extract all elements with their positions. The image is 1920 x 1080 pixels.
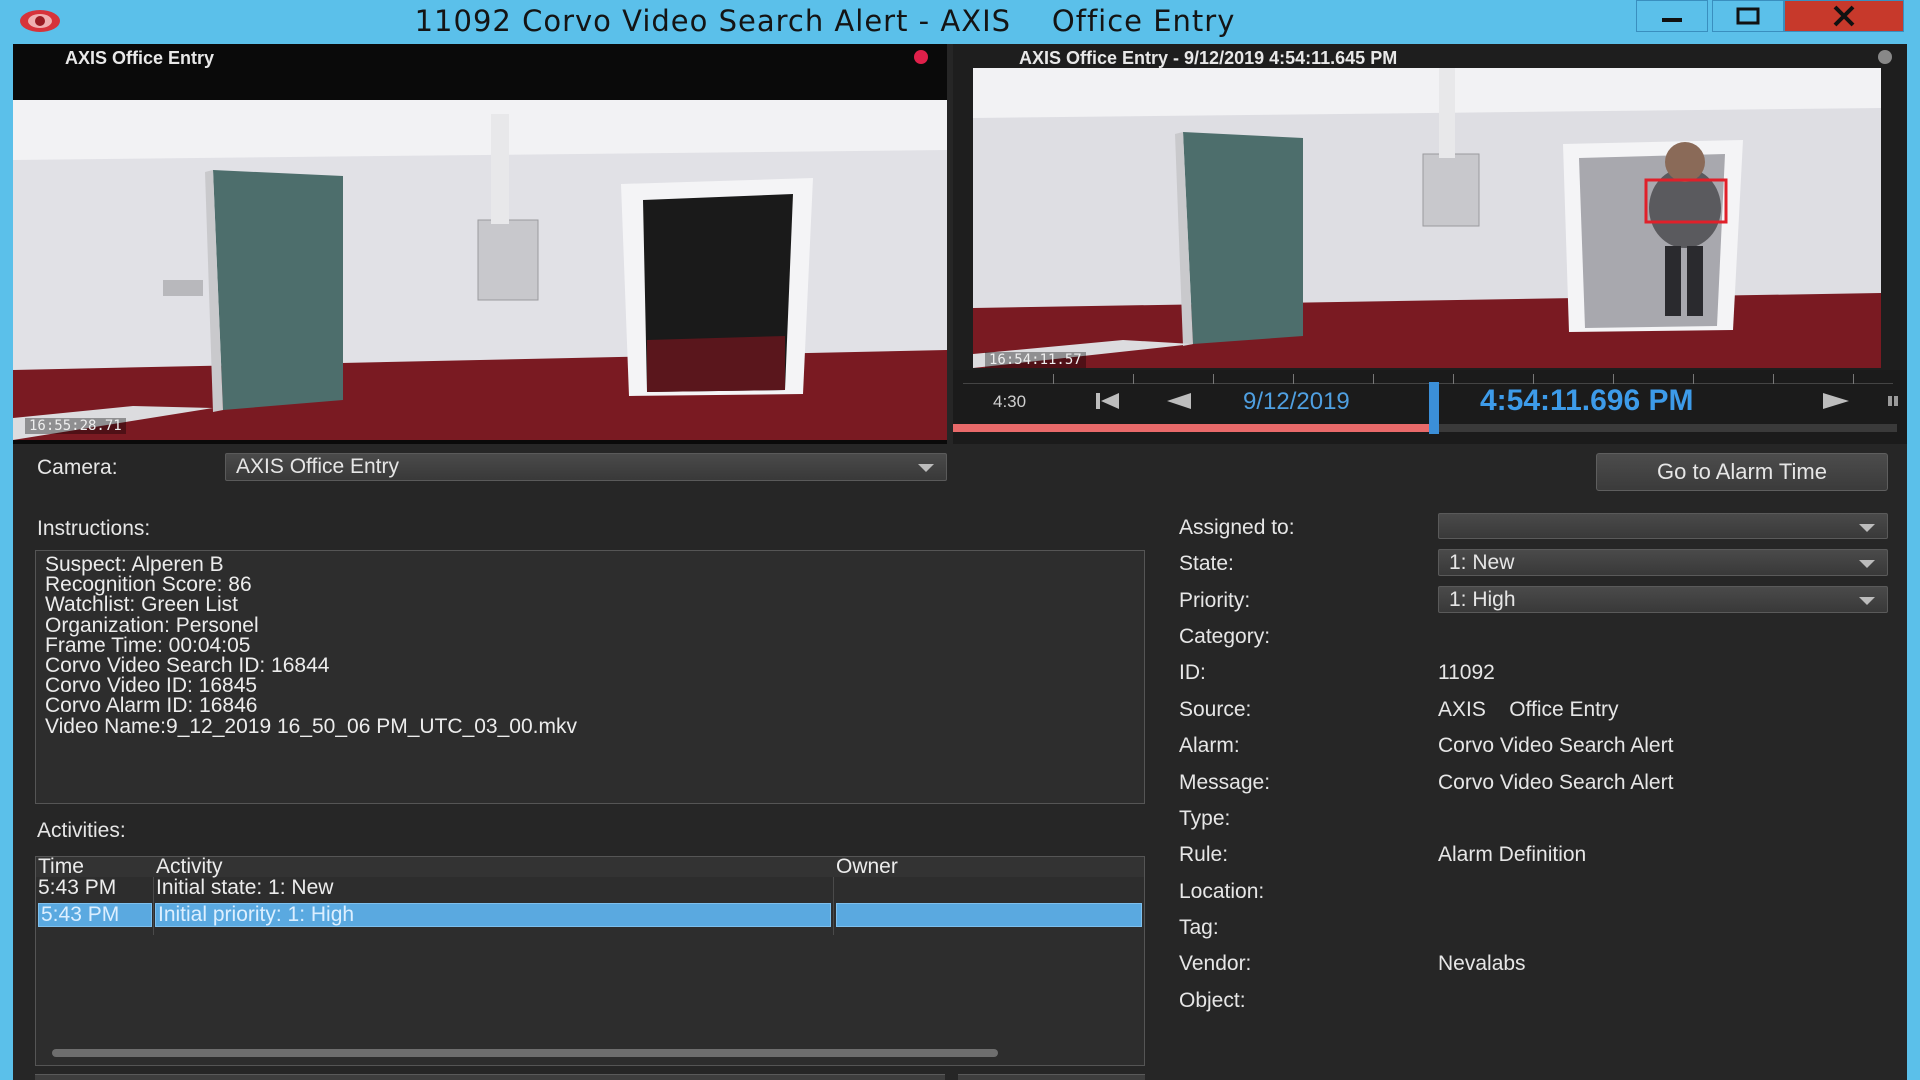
playback-scene-image xyxy=(973,68,1881,368)
comment-input[interactable] xyxy=(35,1074,945,1080)
id-value: 11092 xyxy=(1438,661,1495,684)
camera-label: Camera: xyxy=(37,456,118,479)
timeline-ticks xyxy=(963,372,1893,384)
cell-owner xyxy=(834,877,1142,901)
alarm-window: 11092 Corvo Video Search Alert - AXIS Of… xyxy=(0,0,1920,1080)
instructions-box[interactable]: Suspect: Alperen B Recognition Score: 86… xyxy=(35,550,1145,804)
state-select[interactable]: 1: New xyxy=(1438,549,1888,576)
more-icon xyxy=(1888,396,1898,406)
playback-video-feed[interactable]: 16:54:11.57 xyxy=(973,68,1881,368)
minimize-icon xyxy=(1662,18,1682,22)
live-camera-label: AXIS Office Entry xyxy=(65,48,215,68)
instruction-line: Frame Time: 00:04:05 xyxy=(45,633,251,657)
instruction-line: Organization: Personel xyxy=(45,613,259,637)
play-icon xyxy=(1823,393,1849,409)
live-scene-image xyxy=(13,100,947,440)
table-row-selected[interactable]: 5:43 PM Initial priority: 1: High xyxy=(36,903,1144,927)
rule-label: Rule: xyxy=(1179,843,1229,866)
column-header-owner[interactable]: Owner xyxy=(836,855,898,879)
instruction-line: Recognition Score: 86 xyxy=(45,573,252,597)
playback-panel[interactable]: AXIS Office Entry - 9/12/2019 4:54:11.64… xyxy=(953,44,1907,444)
camera-select-value: AXIS Office Entry xyxy=(236,455,400,478)
location-label: Location: xyxy=(1179,880,1265,903)
maximize-button[interactable] xyxy=(1712,0,1784,32)
close-button[interactable] xyxy=(1784,0,1904,32)
priority-value: 1: High xyxy=(1449,588,1516,611)
cell-activity: Initial state: 1: New xyxy=(156,876,334,899)
minimize-button[interactable] xyxy=(1636,0,1708,32)
instructions-label: Instructions: xyxy=(37,517,151,540)
category-label: Category: xyxy=(1179,625,1271,648)
playback-camera-label: AXIS Office Entry - 9/12/2019 4:54:11.64… xyxy=(1019,48,1398,68)
skip-back-icon xyxy=(1096,393,1119,409)
instruction-line: Watchlist: Green List xyxy=(45,593,238,617)
title-bar[interactable]: 11092 Corvo Video Search Alert - AXIS Of… xyxy=(0,0,1920,44)
instruction-line: Corvo Alarm ID: 16846 xyxy=(45,694,258,718)
playback-indicator-icon xyxy=(1878,50,1892,64)
horizontal-scrollbar[interactable] xyxy=(52,1049,998,1057)
go-to-alarm-time-button[interactable]: Go to Alarm Time xyxy=(1596,453,1888,491)
table-row[interactable]: 5:43 PM Initial state: 1: New xyxy=(36,877,1144,901)
timeline-scrubber[interactable] xyxy=(1429,382,1439,434)
playback-date[interactable]: 9/12/2019 xyxy=(1243,388,1350,416)
source-value: AXIS Office Entry xyxy=(1438,698,1619,721)
live-video-panel[interactable]: AXIS Office Entry 16:55:28.71 xyxy=(13,44,947,444)
chevron-down-icon xyxy=(1859,597,1875,605)
priority-label: Priority: xyxy=(1179,589,1251,612)
skip-back-button[interactable] xyxy=(1091,388,1125,414)
maximize-icon xyxy=(1736,7,1760,25)
chevron-down-icon xyxy=(1859,560,1875,568)
timeline-start-label: 4:30 xyxy=(993,392,1027,411)
instruction-line: Suspect: Alperen B xyxy=(45,553,224,576)
assigned-to-label: Assigned to: xyxy=(1179,516,1295,539)
state-label: State: xyxy=(1179,552,1234,575)
rule-value: Alarm Definition xyxy=(1438,843,1587,866)
state-value: 1: New xyxy=(1449,551,1515,574)
instruction-line: Corvo Video Search ID: 16844 xyxy=(45,654,330,678)
type-label: Type: xyxy=(1179,807,1231,830)
activities-label: Activities: xyxy=(37,819,126,842)
chevron-down-icon xyxy=(1859,524,1875,532)
priority-select[interactable]: 1: High xyxy=(1438,586,1888,613)
chevron-down-icon xyxy=(918,464,934,472)
cell-time: 5:43 PM xyxy=(38,876,117,899)
id-label: ID: xyxy=(1179,661,1206,684)
camera-select[interactable]: AXIS Office Entry xyxy=(225,453,947,481)
live-video-feed[interactable]: 16:55:28.71 xyxy=(13,100,947,440)
instruction-line: Corvo Video ID: 16845 xyxy=(45,674,258,698)
message-value: Corvo Video Search Alert xyxy=(1438,771,1674,794)
playback-osd-timestamp: 16:54:11.57 xyxy=(985,352,1086,368)
playback-time[interactable]: 4:54:11.696 PM xyxy=(1480,384,1693,418)
step-back-icon xyxy=(1167,393,1191,409)
alarm-label: Alarm: xyxy=(1179,734,1240,757)
activities-table[interactable]: Time Activity Owner 5:43 PM Initial stat… xyxy=(35,855,1145,1066)
cell-activity: Initial priority: 1: High xyxy=(155,903,831,927)
cell-time: 5:43 PM xyxy=(38,903,152,927)
source-label: Source: xyxy=(1179,698,1252,721)
cell-owner xyxy=(836,903,1142,927)
client-area: AXIS Office Entry 16:55:28.71 AXIS Offic… xyxy=(13,44,1907,1080)
more-button[interactable] xyxy=(1883,390,1903,412)
add-comment-button[interactable] xyxy=(958,1074,1145,1080)
playback-timeline[interactable]: 4:30 9/12/2019 4:54:11.696 PM xyxy=(953,370,1907,444)
vendor-value: Nevalabs xyxy=(1438,952,1526,975)
object-label: Object: xyxy=(1179,989,1246,1012)
close-icon xyxy=(1833,5,1855,27)
assigned-to-select[interactable] xyxy=(1438,513,1888,539)
window-title: 11092 Corvo Video Search Alert - AXIS Of… xyxy=(414,4,1236,38)
vendor-label: Vendor: xyxy=(1179,952,1252,975)
play-button[interactable] xyxy=(1819,388,1853,414)
timeline-progress xyxy=(953,424,1434,432)
step-back-button[interactable] xyxy=(1161,388,1195,414)
live-osd-timestamp: 16:55:28.71 xyxy=(25,418,126,434)
tag-label: Tag: xyxy=(1179,916,1219,939)
instruction-line: Video Name:9_12_2019 16_50_06 PM_UTC_03_… xyxy=(45,714,577,738)
alarm-value: Corvo Video Search Alert xyxy=(1438,734,1674,757)
recording-indicator-icon xyxy=(914,50,928,64)
message-label: Message: xyxy=(1179,771,1271,794)
activities-header: Time Activity Owner xyxy=(36,855,1144,879)
